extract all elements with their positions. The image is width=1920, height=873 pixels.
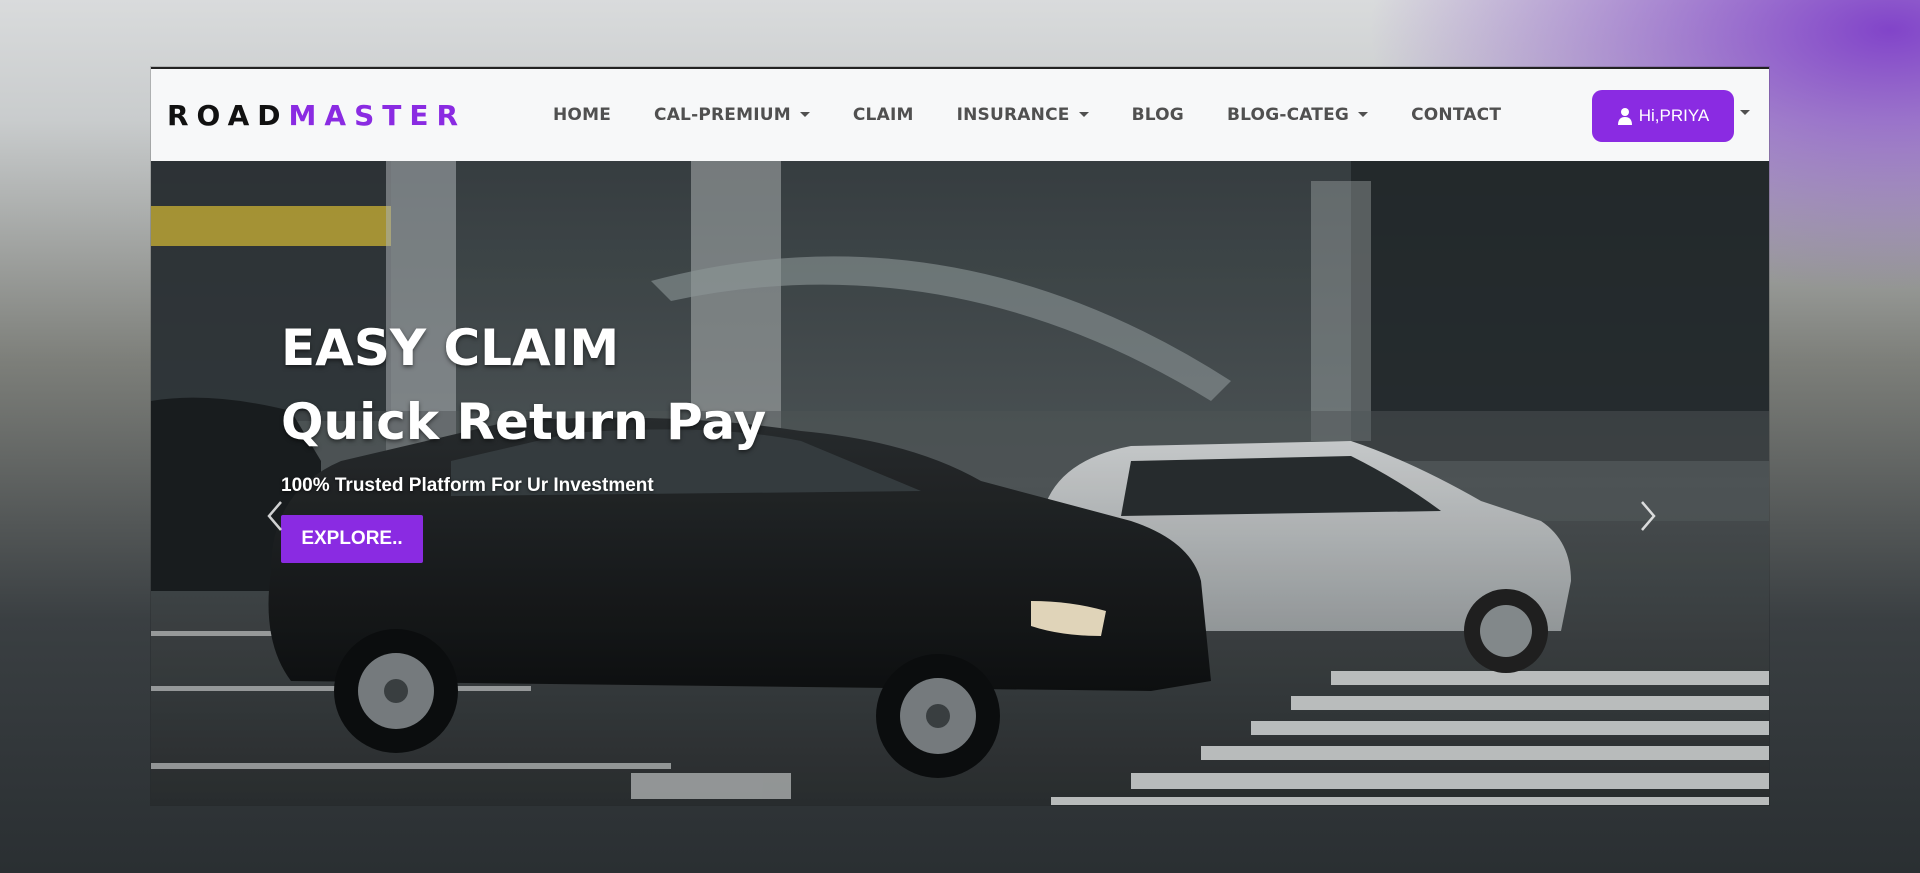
brand-part-road: ROAD [167, 99, 289, 132]
nav-item-label: INSURANCE [956, 105, 1070, 125]
hero-carousel: EASY CLAIM Quick Return Pay 100% Trusted… [151, 161, 1769, 805]
nav-item-blog-categ[interactable]: BLOG-CATEG [1226, 105, 1369, 125]
nav-item-label: HOME [553, 105, 612, 125]
nav-item-label: BLOG-CATEG [1226, 105, 1350, 125]
carousel-prev-icon[interactable] [263, 496, 287, 536]
nav-item-blog[interactable]: BLOG [1132, 105, 1184, 125]
navbar: ROADMASTER HOME CAL-PREMIUM CLAIM INSURA… [151, 69, 1769, 161]
nav-item-label: BLOG [1131, 105, 1184, 125]
caret-down-icon [1078, 111, 1089, 117]
nav-item-cal-premium[interactable]: CAL-PREMIUM [654, 105, 810, 125]
brand-logo[interactable]: ROADMASTER [167, 99, 466, 132]
caret-down-icon [1358, 111, 1369, 117]
nav-item-label: CLAIM [852, 105, 914, 125]
nav-item-claim[interactable]: CLAIM [853, 105, 914, 125]
nav-menu: HOME CAL-PREMIUM CLAIM INSURANCE BLOG BL… [553, 69, 1544, 161]
hero-tagline: 100% Trusted Platform For Ur Investment [281, 475, 654, 496]
nav-item-home[interactable]: HOME [553, 105, 611, 125]
browser-page: ROADMASTER HOME CAL-PREMIUM CLAIM INSURA… [151, 67, 1769, 805]
nav-item-label: CONTACT [1411, 105, 1502, 125]
carousel-next-icon[interactable] [1636, 496, 1660, 536]
nav-item-contact[interactable]: CONTACT [1411, 105, 1501, 125]
nav-item-label: CAL-PREMIUM [654, 105, 791, 125]
hero-subtitle: Quick Return Pay [281, 393, 767, 451]
caret-down-icon [799, 111, 810, 117]
explore-button[interactable]: EXPLORE.. [281, 515, 423, 563]
hero-title: EASY CLAIM [281, 319, 620, 377]
user-account-button[interactable]: Hi,PRIYA [1592, 90, 1734, 142]
user-icon [1617, 108, 1632, 125]
user-dropdown-caret-icon[interactable] [1740, 110, 1750, 115]
brand-part-master: MASTER [288, 99, 467, 132]
nav-item-insurance[interactable]: INSURANCE [957, 105, 1089, 125]
user-greeting: Hi,PRIYA [1638, 106, 1710, 125]
